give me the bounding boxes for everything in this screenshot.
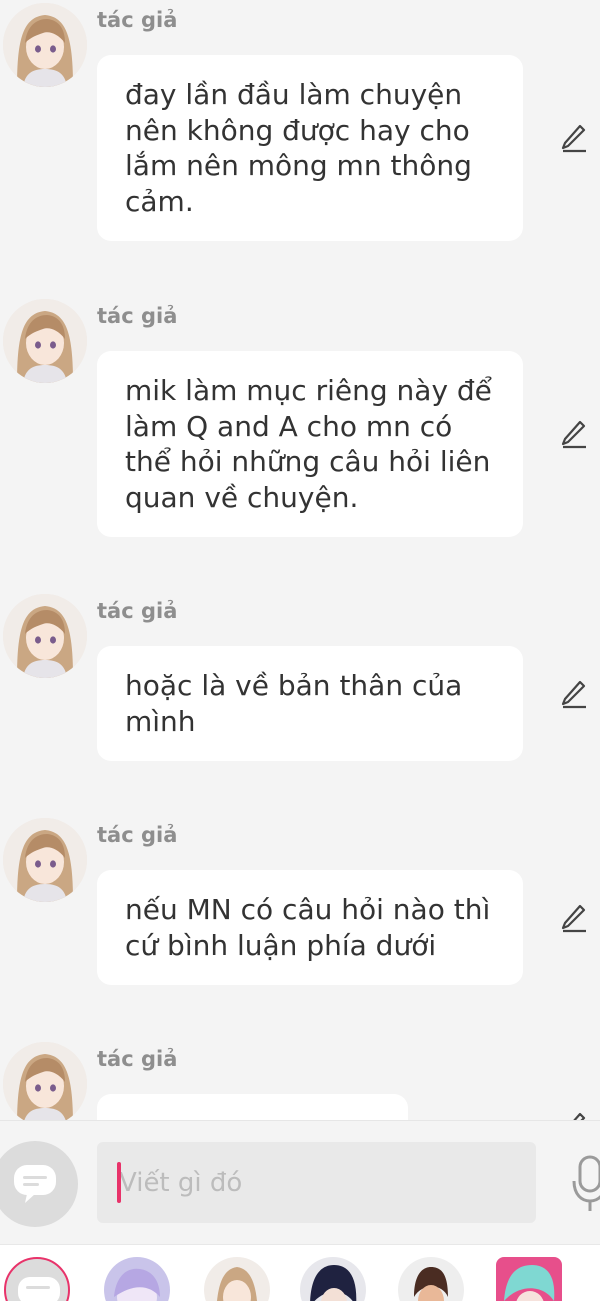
author-name: tác giả <box>97 1047 178 1071</box>
author-avatar[interactable] <box>3 299 87 383</box>
message-input[interactable] <box>97 1142 536 1223</box>
author-name: tác giả <box>97 599 178 623</box>
message-bubble: mik làm mục riêng này để làm Q and A cho… <box>97 351 523 537</box>
message-composer <box>0 1120 600 1244</box>
pencil-icon[interactable] <box>556 119 590 153</box>
chat-message: tác giả hoặc là về bản thân của mình <box>0 591 600 781</box>
text-caret <box>117 1162 121 1203</box>
tray-avatar[interactable] <box>204 1257 270 1301</box>
chat-message: tác giả <box>0 1039 600 1120</box>
author-avatar[interactable] <box>3 818 87 902</box>
tray-avatar[interactable] <box>398 1257 464 1301</box>
pencil-icon[interactable] <box>556 1107 590 1120</box>
chat-bubble-icon[interactable] <box>0 1141 78 1227</box>
tray-avatar[interactable] <box>300 1257 366 1301</box>
chat-message: tác giả nếu MN có câu hỏi nào thì cứ bìn… <box>0 815 600 1005</box>
author-name: tác giả <box>97 823 178 847</box>
pencil-icon[interactable] <box>556 415 590 449</box>
author-avatar[interactable] <box>3 3 87 87</box>
message-bubble: đay lần đầu làm chuyện nên không được ha… <box>97 55 523 241</box>
tray-chat-bubble-icon[interactable] <box>4 1257 70 1301</box>
author-avatar[interactable] <box>3 594 87 678</box>
message-bubble: hoặc là về bản thân của mình <box>97 646 523 761</box>
conversation-tray <box>0 1244 600 1301</box>
chat-thread: tác giả đay lần đầu làm chuyện nên không… <box>0 0 600 1120</box>
author-name: tác giả <box>97 304 178 328</box>
message-bubble: nếu MN có câu hỏi nào thì cứ bình luận p… <box>97 870 523 985</box>
tray-avatar[interactable] <box>496 1257 562 1301</box>
author-name: tác giả <box>97 8 178 32</box>
message-bubble <box>97 1094 408 1120</box>
microphone-icon[interactable] <box>570 1155 600 1213</box>
pencil-icon[interactable] <box>556 899 590 933</box>
chat-message: tác giả mik làm mục riêng này để làm Q a… <box>0 296 600 556</box>
author-avatar[interactable] <box>3 1042 87 1120</box>
pencil-icon[interactable] <box>556 675 590 709</box>
chat-message: tác giả đay lần đầu làm chuyện nên không… <box>0 0 600 260</box>
tray-avatar[interactable] <box>104 1257 170 1301</box>
